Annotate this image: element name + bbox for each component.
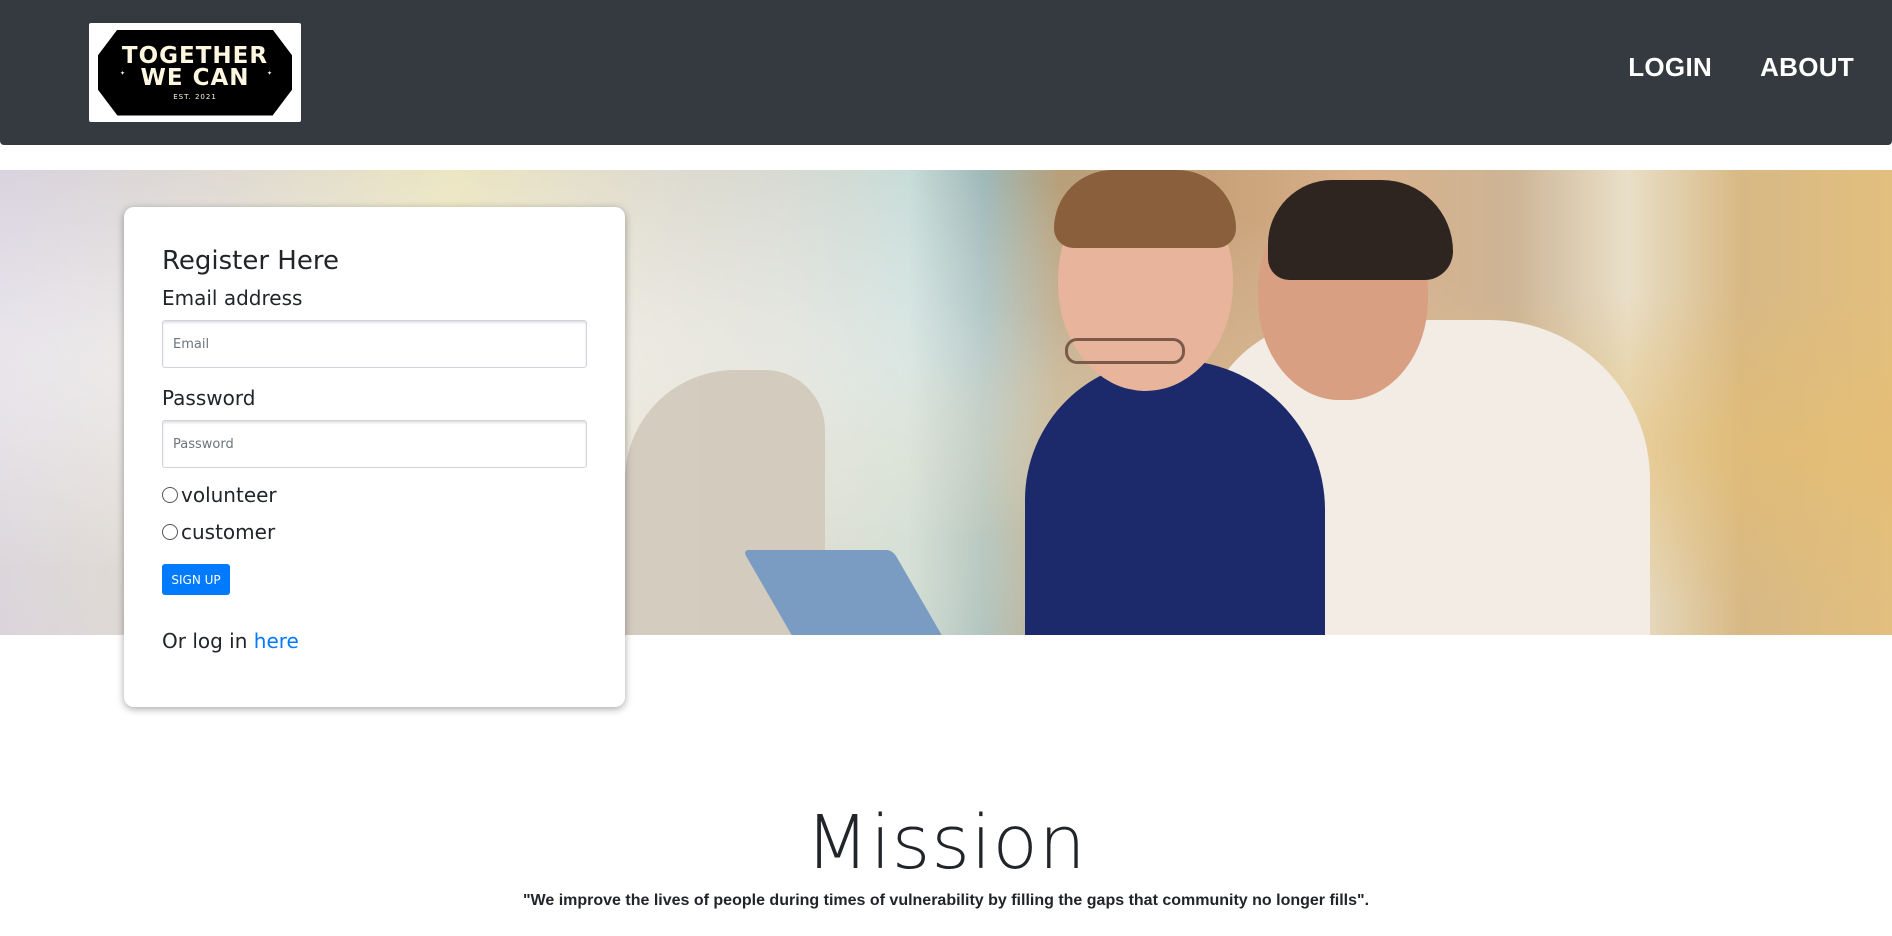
logo-ornament-left: ✦	[120, 69, 126, 77]
role-option-customer[interactable]: customer	[162, 520, 587, 544]
volunteer-radio[interactable]	[162, 487, 178, 503]
logo-text-line1: TOGETHER	[121, 42, 269, 69]
logo-badge: ✦ ✦ TOGETHER WE CAN EST. 2021	[98, 29, 292, 116]
logo-ornament-right: ✦	[266, 69, 272, 77]
login-prompt: Or log in here	[162, 629, 587, 653]
mission-quote: "We improve the lives of people during t…	[522, 892, 1370, 909]
password-label: Password	[162, 386, 256, 410]
role-option-volunteer[interactable]: volunteer	[162, 483, 587, 507]
register-card: Register Here Email address Password vol…	[124, 207, 625, 707]
nav-link-login[interactable]: LOGIN	[1628, 52, 1712, 83]
logo[interactable]: ✦ ✦ TOGETHER WE CAN EST. 2021	[89, 23, 301, 122]
logo-est-text: EST. 2021	[173, 92, 217, 101]
navbar: ✦ ✦ TOGETHER WE CAN EST. 2021 LOGIN ABOU…	[0, 0, 1892, 145]
customer-label[interactable]: customer	[181, 520, 275, 544]
volunteer-label[interactable]: volunteer	[181, 483, 277, 507]
login-prompt-text: Or log in	[162, 629, 254, 653]
email-field[interactable]	[162, 320, 587, 368]
nav-links: LOGIN ABOUT	[1628, 52, 1854, 83]
login-here-link[interactable]: here	[254, 629, 299, 653]
logo-text-line2: WE CAN	[140, 64, 250, 91]
customer-radio[interactable]	[162, 524, 178, 540]
mission-title: Mission	[805, 800, 1087, 886]
register-title: Register Here	[162, 246, 339, 276]
sign-up-button[interactable]: SIGN UP	[162, 564, 230, 595]
nav-link-about[interactable]: ABOUT	[1760, 52, 1854, 83]
password-field[interactable]	[162, 420, 587, 468]
email-label: Email address	[162, 286, 303, 310]
